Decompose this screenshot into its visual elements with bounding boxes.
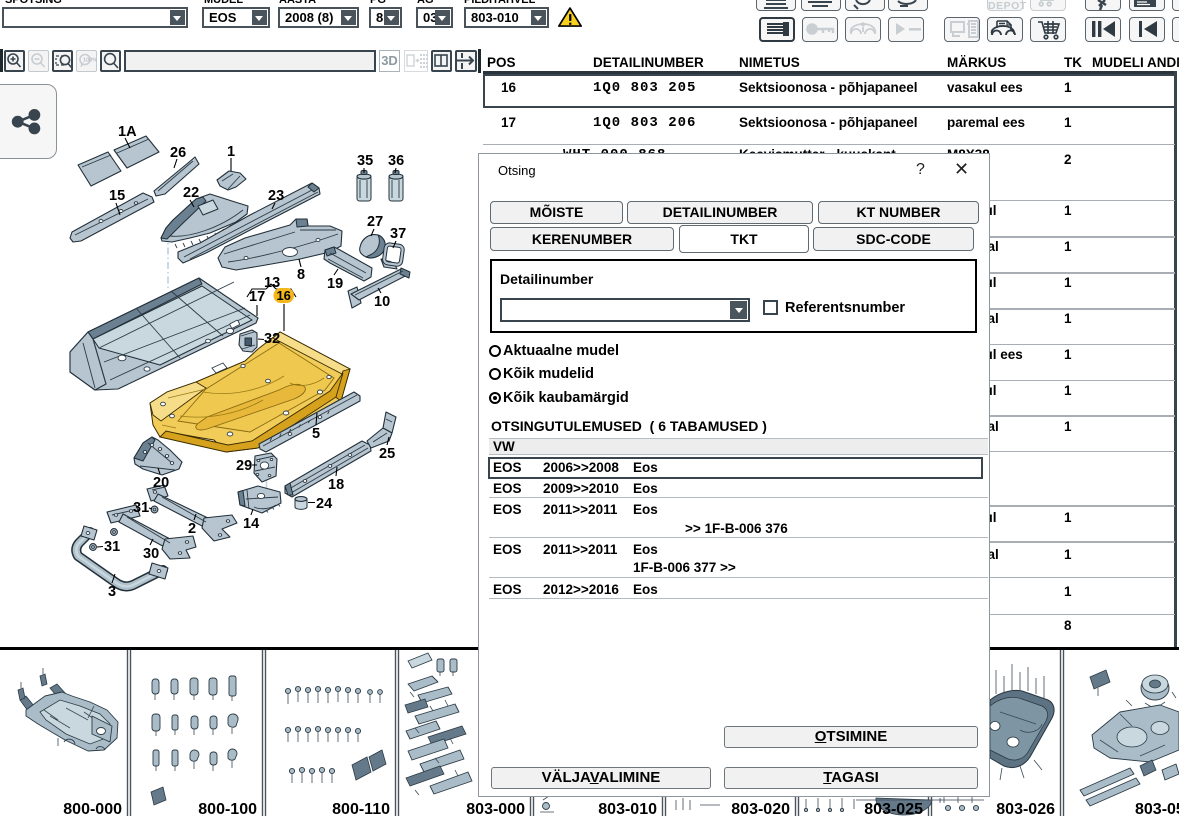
svg-text:100%: 100% [83, 58, 97, 64]
svg-text:22: 22 [183, 185, 199, 201]
svg-text:25: 25 [379, 446, 395, 462]
svg-text:15: 15 [109, 188, 125, 204]
svg-text:1: 1 [227, 144, 235, 160]
svg-text:29: 29 [236, 458, 252, 474]
svg-text:26: 26 [170, 145, 186, 161]
svg-text:10: 10 [374, 294, 390, 310]
svg-text:30: 30 [143, 546, 159, 562]
svg-text:35: 35 [357, 153, 373, 169]
svg-text:36: 36 [388, 153, 404, 169]
svg-text:18: 18 [328, 477, 344, 493]
svg-text:24: 24 [316, 496, 332, 512]
svg-text:19: 19 [327, 276, 343, 292]
svg-text:23: 23 [268, 188, 284, 204]
svg-text:2: 2 [188, 521, 196, 537]
svg-text:31: 31 [133, 500, 149, 516]
svg-text:5: 5 [312, 426, 320, 442]
svg-text:20: 20 [153, 475, 169, 491]
svg-text:17: 17 [249, 289, 265, 305]
svg-text:8: 8 [297, 267, 305, 283]
svg-text:37: 37 [390, 226, 406, 242]
svg-text:16: 16 [276, 288, 290, 303]
svg-text:14: 14 [243, 516, 259, 532]
svg-text:31: 31 [104, 539, 120, 555]
svg-text:32: 32 [264, 331, 280, 347]
svg-text:3: 3 [108, 584, 116, 600]
svg-text:27: 27 [367, 214, 383, 230]
svg-text:1A: 1A [118, 124, 137, 140]
